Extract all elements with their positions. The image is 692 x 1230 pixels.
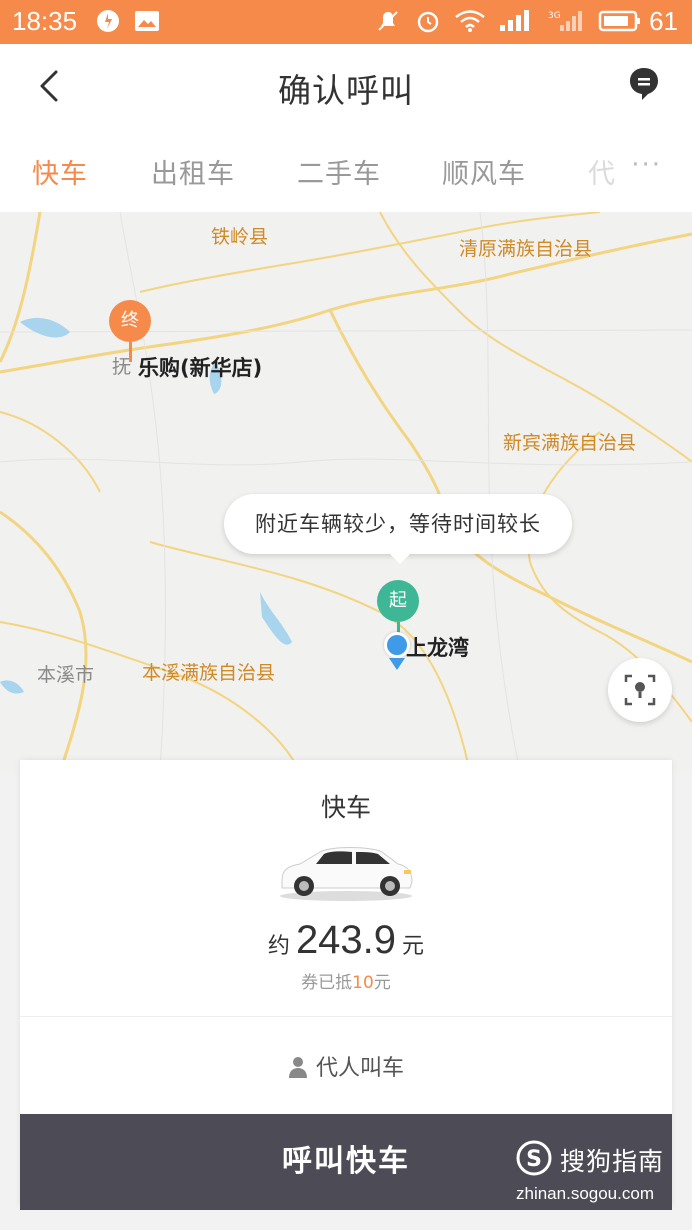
start-pin-badge: 起 bbox=[377, 580, 419, 622]
battery-icon bbox=[598, 10, 640, 32]
wait-time-tooltip: 附近车辆较少，等待时间较长 bbox=[224, 494, 572, 564]
sogou-logo-icon: S bbox=[516, 1140, 552, 1176]
origin-label: 上龙湾 bbox=[406, 636, 469, 660]
message-icon[interactable] bbox=[628, 66, 660, 102]
locate-icon bbox=[624, 674, 656, 706]
status-bar: 18:35 3G 61 bbox=[0, 0, 692, 44]
map-label-benxi-city: 本溪市 bbox=[37, 664, 95, 686]
map-label-qingyuan: 清原满族自治县 bbox=[459, 238, 593, 260]
svg-text:3G: 3G bbox=[548, 11, 561, 21]
wifi-icon bbox=[455, 10, 485, 32]
price-value: 243.9 bbox=[295, 918, 397, 962]
location-direction-icon bbox=[389, 658, 405, 670]
map-label-xinbin: 新宾满族自治县 bbox=[503, 432, 637, 454]
destination-label: 乐购(新华店) bbox=[138, 356, 263, 380]
more-tabs-icon[interactable]: ··· bbox=[631, 150, 662, 180]
tab-designated-driver[interactable]: 代 bbox=[588, 152, 616, 191]
tab-taxi[interactable]: 出租车 bbox=[151, 152, 235, 191]
image-notification-icon bbox=[135, 11, 159, 31]
divider bbox=[20, 1016, 672, 1017]
page-title: 确认呼叫 bbox=[278, 71, 414, 110]
person-icon bbox=[288, 1057, 307, 1078]
end-pin[interactable]: 终 bbox=[109, 300, 151, 364]
signal-icon bbox=[500, 10, 529, 31]
map-roads bbox=[0, 212, 692, 772]
map-view[interactable]: 铁岭县 清原满族自治县 新宾满族自治县 本溪市 本溪满族自治县 抚 乐购(新华店… bbox=[0, 212, 692, 772]
end-pin-stem bbox=[129, 342, 132, 362]
car-image bbox=[280, 847, 413, 901]
battery-level: 61 bbox=[649, 6, 678, 36]
end-pin-badge: 终 bbox=[109, 300, 151, 342]
svg-text:S: S bbox=[526, 1147, 542, 1172]
status-time: 18:35 bbox=[12, 6, 78, 36]
tab-express[interactable]: 快车 bbox=[32, 152, 88, 191]
coupon-info[interactable]: 券已抵10元 bbox=[20, 968, 672, 993]
coupon-prefix: 券已抵 bbox=[301, 973, 353, 993]
watermark-url: zhinan.sogou.com bbox=[516, 1184, 654, 1203]
price-unit: 元 bbox=[402, 934, 425, 959]
call-for-others-label: 代人叫车 bbox=[315, 1056, 404, 1081]
alarm-icon bbox=[417, 11, 439, 33]
header: 确认呼叫 bbox=[0, 44, 692, 126]
app-notification-icon bbox=[97, 10, 119, 32]
map-label-benxi-county: 本溪满族自治县 bbox=[142, 662, 276, 684]
signal-3g-icon: 3G bbox=[548, 11, 582, 31]
mute-icon bbox=[378, 11, 398, 31]
tab-carpool[interactable]: 顺风车 bbox=[442, 152, 526, 191]
coupon-amount: 10 bbox=[352, 973, 374, 993]
ride-type-title: 快车 bbox=[320, 793, 371, 822]
ride-type-tabs: 快车 出租车 二手车 顺风车 代 ··· bbox=[0, 126, 692, 212]
map-label-tieling: 铁岭县 bbox=[211, 226, 269, 248]
watermark-brand: 搜狗指南 bbox=[560, 1147, 665, 1176]
price-estimate: 约 243.9 元 bbox=[20, 918, 672, 963]
call-for-others-button[interactable]: 代人叫车 bbox=[20, 1050, 672, 1082]
tab-used-car[interactable]: 二手车 bbox=[297, 152, 381, 191]
coupon-unit: 元 bbox=[373, 973, 391, 993]
locate-button[interactable] bbox=[608, 658, 672, 722]
price-prefix: 约 bbox=[267, 934, 290, 959]
